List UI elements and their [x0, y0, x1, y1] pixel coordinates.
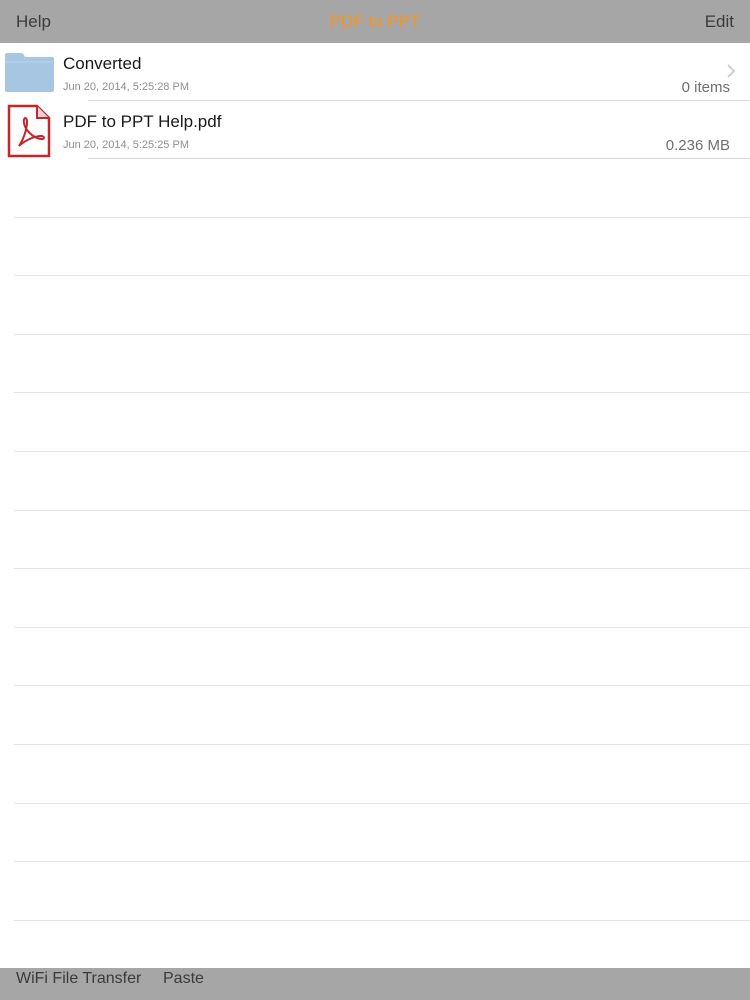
empty-row: [0, 218, 750, 277]
bottom-toolbar: WiFi File Transfer Paste: [0, 968, 750, 1000]
file-name: PDF to PPT Help.pdf: [63, 112, 222, 131]
app-window: Help PDF to PPT Edit Converted Jun 20, 2…: [0, 0, 750, 1000]
empty-row: [0, 159, 750, 218]
empty-row: [0, 862, 750, 921]
chevron-right-icon: [725, 63, 737, 79]
empty-row: [0, 452, 750, 511]
empty-row: [0, 335, 750, 394]
edit-button[interactable]: Edit: [705, 12, 734, 32]
folder-icon: [4, 52, 55, 97]
paste-button[interactable]: Paste: [163, 970, 204, 988]
file-date: Jun 20, 2014, 5:25:25 PM: [63, 139, 189, 151]
empty-row: [0, 628, 750, 687]
list-item-pdf-file[interactable]: PDF to PPT Help.pdf Jun 20, 2014, 5:25:2…: [0, 101, 750, 159]
help-button[interactable]: Help: [16, 12, 51, 32]
empty-row: [0, 276, 750, 335]
file-size: 0.236 MB: [665, 137, 730, 154]
empty-row: [0, 511, 750, 570]
file-list: Converted Jun 20, 2014, 5:25:28 PM 0 ite…: [0, 43, 750, 968]
empty-rows: [0, 159, 750, 921]
file-name: Converted: [63, 54, 142, 73]
navigation-bar: Help PDF to PPT Edit: [0, 0, 750, 43]
page-title: PDF to PPT: [329, 12, 421, 31]
pdf-icon: [7, 104, 51, 163]
row-divider: [14, 919, 750, 921]
empty-row: [0, 804, 750, 863]
empty-row: [0, 569, 750, 628]
empty-row: [0, 745, 750, 804]
empty-row: [0, 686, 750, 745]
wifi-file-transfer-button[interactable]: WiFi File Transfer: [16, 970, 141, 988]
file-date: Jun 20, 2014, 5:25:28 PM: [63, 81, 189, 93]
empty-row: [0, 393, 750, 452]
item-count: 0 items: [681, 79, 730, 96]
list-item-converted-folder[interactable]: Converted Jun 20, 2014, 5:25:28 PM 0 ite…: [0, 43, 750, 101]
